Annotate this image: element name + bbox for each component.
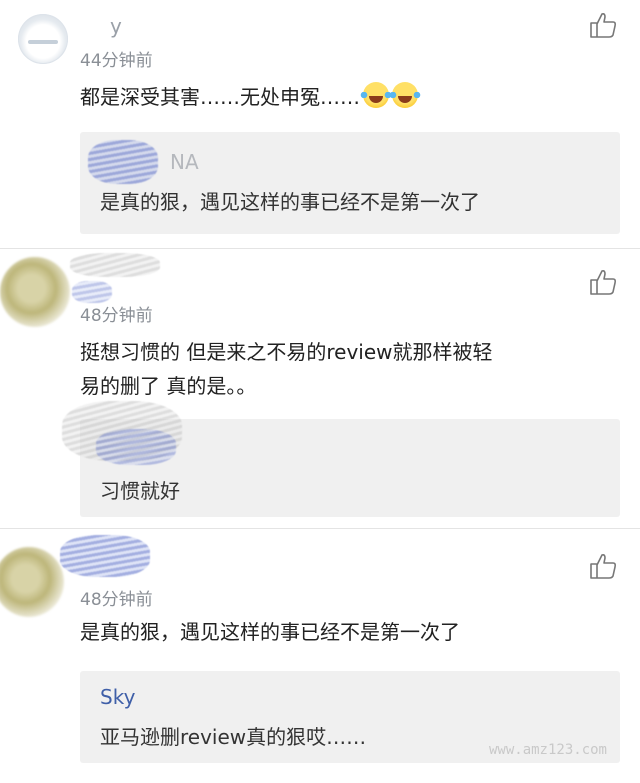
comment-text: 挺想习惯的 但是来之不易的review就那样被轻 易的删了 真的是。。 <box>80 335 590 403</box>
reply-author[interactable]: Sky <box>100 685 135 709</box>
like-icon[interactable] <box>588 10 618 40</box>
comment-text-content: 都是深受其害……无处申冤…… <box>80 85 360 109</box>
avatar[interactable] <box>0 547 64 617</box>
comment-time: 48分钟前 <box>80 590 153 610</box>
comment-text: 都是深受其害……无处申冤…… <box>80 80 590 114</box>
watermark: www.amz123.com <box>488 742 607 758</box>
tears-of-joy-icon <box>360 82 392 108</box>
comment-text: 是真的狠，遇见这样的事已经不是第一次了 <box>80 620 460 644</box>
reply-text: 习惯就好 <box>100 479 180 503</box>
redacted-name-scribble <box>60 535 150 577</box>
comment-2: 48分钟前 挺想习惯的 但是来之不易的review就那样被轻 易的删了 真的是。… <box>0 249 640 519</box>
redacted-author-scribble <box>88 140 158 184</box>
like-icon[interactable] <box>588 267 618 297</box>
comment-1: y 44分钟前 都是深受其害……无处申冤…… NA 是真的狠，遇见这样的事已经不… <box>0 0 640 248</box>
comment-time: 44分钟前 <box>80 51 153 71</box>
avatar[interactable] <box>18 14 68 64</box>
like-icon[interactable] <box>588 551 618 581</box>
author-name[interactable]: y <box>110 14 123 38</box>
redacted-author-scribble <box>96 429 176 465</box>
comment-time: 48分钟前 <box>80 306 153 326</box>
tears-of-joy-icon <box>389 82 421 108</box>
reply-text: 亚马逊删review真的狠哎…… <box>100 725 367 749</box>
redacted-name-scribble <box>70 253 160 277</box>
avatar[interactable] <box>0 257 70 327</box>
comment-text-line: 挺想习惯的 但是来之不易的review就那样被轻 <box>80 340 493 364</box>
comment-text-line: 易的删了 真的是。。 <box>80 374 257 398</box>
reply-author[interactable]: NA <box>170 150 199 174</box>
reply-box[interactable]: 习惯就好 <box>62 401 620 517</box>
reply-text: 是真的狠，遇见这样的事已经不是第一次了 <box>100 190 480 214</box>
reply-box[interactable]: NA 是真的狠，遇见这样的事已经不是第一次了 <box>80 132 620 234</box>
redacted-name-scribble <box>72 281 112 303</box>
